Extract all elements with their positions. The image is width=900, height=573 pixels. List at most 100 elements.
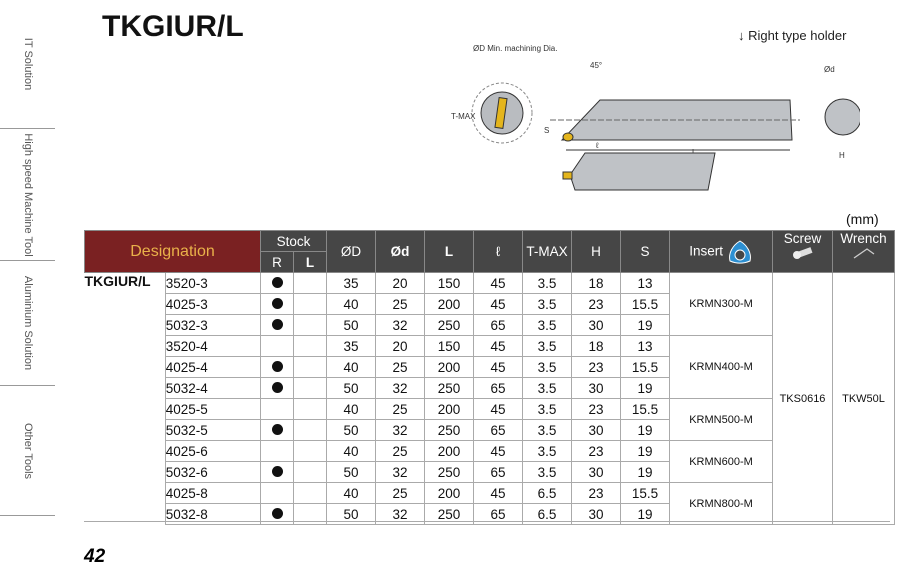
cell-ell: 45 bbox=[473, 335, 523, 357]
designation-code: 4025-4 bbox=[164, 356, 262, 378]
cell-H: 23 bbox=[571, 398, 621, 420]
tmax-label: T-MAX bbox=[451, 112, 476, 121]
cell-tmax: 3.5 bbox=[522, 335, 572, 357]
cell-tmax: 3.5 bbox=[522, 356, 572, 378]
cell-ell: 65 bbox=[473, 461, 523, 483]
cell-L: 150 bbox=[424, 272, 474, 294]
cell-H: 23 bbox=[571, 293, 621, 315]
screw-label: Screw bbox=[783, 231, 822, 246]
cell-S: 19 bbox=[620, 377, 670, 399]
cell-d: 32 bbox=[375, 461, 425, 483]
designation-code: 5032-6 bbox=[164, 461, 262, 483]
ell-label: ℓ bbox=[595, 141, 599, 150]
cell-ell: 65 bbox=[473, 419, 523, 441]
sidebar-item-aluminium[interactable]: Aluminium Solution bbox=[0, 261, 55, 386]
wrench-code: TKW50L bbox=[832, 272, 895, 525]
h-label: H bbox=[839, 151, 845, 160]
header-stock: Stock bbox=[260, 230, 327, 252]
cell-L: 150 bbox=[424, 335, 474, 357]
stock-r bbox=[260, 356, 294, 378]
header-stock-r: R bbox=[260, 251, 294, 273]
stock-l bbox=[293, 335, 327, 357]
cell-L: 200 bbox=[424, 293, 474, 315]
header-insert: Insert bbox=[669, 230, 773, 273]
cell-L: 200 bbox=[424, 440, 474, 462]
stock-l bbox=[293, 398, 327, 420]
header-designation: Designation bbox=[84, 230, 261, 273]
cell-ell: 45 bbox=[473, 440, 523, 462]
designation-code: 3520-3 bbox=[164, 272, 262, 294]
sidebar-label: IT Solution bbox=[21, 37, 34, 91]
sidebar-item-other-tools[interactable]: Other Tools bbox=[0, 386, 55, 516]
model-name: TKGIUR/L bbox=[84, 273, 151, 289]
sidebar-item-it-solution[interactable]: IT Solution bbox=[0, 0, 55, 129]
insert-code: KRMN300-M bbox=[669, 272, 773, 336]
stock-l bbox=[293, 461, 327, 483]
stock-l bbox=[293, 419, 327, 441]
cell-D: 40 bbox=[326, 440, 376, 462]
header-tmax: T-MAX bbox=[522, 230, 572, 273]
wrench-label: Wrench bbox=[840, 231, 887, 246]
cell-H: 30 bbox=[571, 461, 621, 483]
cell-D: 40 bbox=[326, 482, 376, 504]
cell-D: 35 bbox=[326, 272, 376, 294]
cell-D: 40 bbox=[326, 398, 376, 420]
sidebar-label: Other Tools bbox=[21, 422, 34, 479]
header-wrench: Wrench bbox=[832, 230, 895, 273]
cell-tmax: 3.5 bbox=[522, 293, 572, 315]
cell-tmax: 3.5 bbox=[522, 398, 572, 420]
cell-D: 50 bbox=[326, 461, 376, 483]
cell-S: 19 bbox=[620, 440, 670, 462]
stock-r bbox=[260, 293, 294, 315]
wrench-icon bbox=[853, 248, 874, 259]
stock-r bbox=[260, 272, 294, 294]
cell-D: 35 bbox=[326, 335, 376, 357]
cell-ell: 45 bbox=[473, 482, 523, 504]
screw-icon bbox=[792, 247, 812, 259]
insert-code: KRMN600-M bbox=[669, 440, 773, 483]
table-bottom-rule bbox=[84, 521, 890, 522]
cell-S: 15.5 bbox=[620, 398, 670, 420]
cell-ell: 45 bbox=[473, 356, 523, 378]
cell-S: 19 bbox=[620, 314, 670, 336]
header-H: H bbox=[571, 230, 621, 273]
cell-L: 250 bbox=[424, 314, 474, 336]
stock-dot-icon bbox=[271, 360, 283, 372]
stock-r bbox=[260, 335, 294, 357]
cell-D: 50 bbox=[326, 419, 376, 441]
header-d: Ød bbox=[375, 230, 425, 273]
cell-tmax: 3.5 bbox=[522, 461, 572, 483]
designation-code: 3520-4 bbox=[164, 335, 262, 357]
spec-table: Designation Stock ØD Ød L ℓ T-MAX H S In… bbox=[84, 230, 895, 525]
angle-label: 45° bbox=[590, 61, 602, 70]
sidebar-item-high-speed[interactable]: High speed Machine Tool bbox=[0, 129, 55, 261]
stock-dot-icon bbox=[271, 381, 283, 393]
stock-l bbox=[293, 272, 327, 294]
stock-r bbox=[260, 314, 294, 336]
cell-S: 15.5 bbox=[620, 356, 670, 378]
cell-H: 30 bbox=[571, 377, 621, 399]
cell-D: 50 bbox=[326, 314, 376, 336]
stock-l bbox=[293, 293, 327, 315]
cell-ell: 65 bbox=[473, 377, 523, 399]
designation-code: 4025-3 bbox=[164, 293, 262, 315]
stock-l bbox=[293, 440, 327, 462]
cell-S: 13 bbox=[620, 335, 670, 357]
cell-d: 25 bbox=[375, 482, 425, 504]
cell-S: 15.5 bbox=[620, 482, 670, 504]
cell-tmax: 3.5 bbox=[522, 377, 572, 399]
cell-d: 32 bbox=[375, 314, 425, 336]
stock-r bbox=[260, 482, 294, 504]
cell-H: 30 bbox=[571, 419, 621, 441]
cell-ell: 45 bbox=[473, 293, 523, 315]
cell-d: 25 bbox=[375, 293, 425, 315]
stock-dot-icon bbox=[271, 318, 283, 330]
insert-code: KRMN800-M bbox=[669, 482, 773, 525]
cell-S: 13 bbox=[620, 272, 670, 294]
cell-D: 40 bbox=[326, 356, 376, 378]
stock-dot-icon bbox=[271, 276, 283, 288]
cell-L: 250 bbox=[424, 377, 474, 399]
cell-tmax: 3.5 bbox=[522, 419, 572, 441]
cell-d: 20 bbox=[375, 272, 425, 294]
stock-dot-icon bbox=[271, 507, 283, 519]
